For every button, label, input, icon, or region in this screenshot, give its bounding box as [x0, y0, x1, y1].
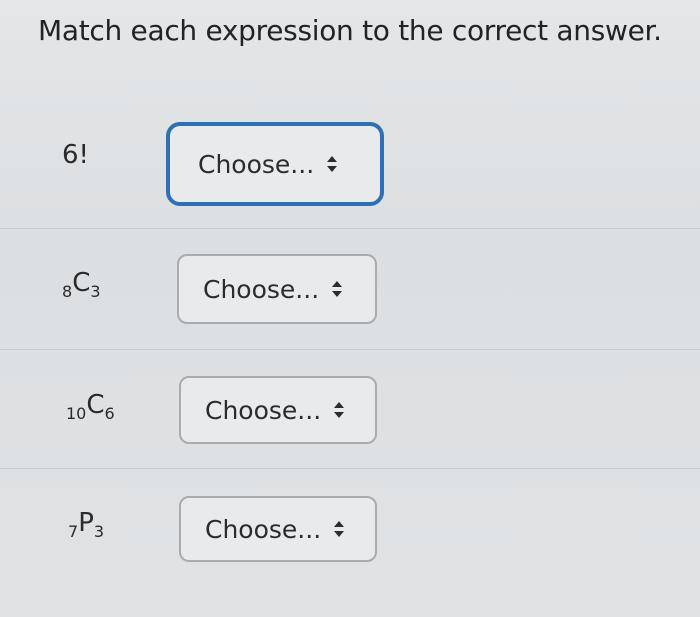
up-down-arrows-icon [326, 155, 338, 173]
expression-label: 7P3 [68, 508, 105, 541]
expression-prescript: 10 [66, 404, 87, 423]
answer-select-2[interactable]: Choose... [177, 254, 377, 324]
divider [0, 468, 700, 469]
select-value: Choose... [203, 274, 320, 304]
expression-main: C [86, 390, 105, 420]
up-down-arrows-icon [333, 401, 345, 419]
divider [0, 228, 700, 229]
answer-select-1[interactable]: Choose... [166, 122, 384, 206]
expression-subscript: 6 [104, 404, 115, 423]
expression-prescript: 7 [68, 522, 79, 541]
select-value: Choose... [205, 395, 322, 425]
select-value: Choose... [198, 149, 315, 179]
expression-subscript: 3 [93, 522, 105, 541]
expression-main: C [72, 268, 91, 298]
expression-main: P [78, 508, 94, 538]
expression-main: 6! [62, 140, 89, 170]
expression-label: 10C6 [66, 390, 115, 423]
divider [0, 349, 700, 350]
expression-prescript: 8 [62, 282, 73, 301]
answer-select-4[interactable]: Choose... [179, 496, 377, 562]
expression-label: 6! [62, 140, 89, 170]
select-value: Choose... [205, 514, 322, 544]
question-panel: Match each expression to the correct ans… [0, 0, 700, 617]
up-down-arrows-icon [331, 280, 343, 298]
question-prompt: Match each expression to the correct ans… [38, 14, 662, 47]
expression-subscript: 3 [90, 282, 101, 301]
up-down-arrows-icon [333, 520, 345, 538]
expression-label: 8C3 [62, 268, 101, 301]
answer-select-3[interactable]: Choose... [179, 376, 377, 444]
